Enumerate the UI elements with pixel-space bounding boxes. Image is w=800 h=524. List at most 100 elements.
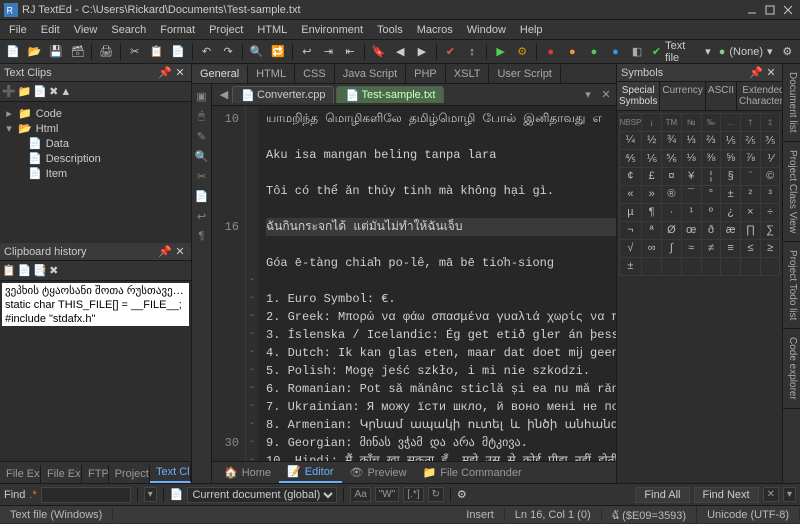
symbol-cell[interactable]: ≥ xyxy=(760,239,781,258)
left-tab-ftp[interactable]: FTP xyxy=(82,465,109,483)
fold-marker[interactable]: - xyxy=(246,272,258,290)
redo-icon[interactable]: ↷ xyxy=(218,42,238,62)
find-next-button[interactable]: Find Next xyxy=(694,487,759,503)
fold-marker[interactable] xyxy=(246,164,258,182)
side-whitespace-icon[interactable]: ¶ xyxy=(194,228,210,244)
symbol-cell[interactable]: º xyxy=(701,203,722,222)
vtab-codeexplorer[interactable]: Code explorer xyxy=(783,329,800,409)
code-line[interactable]: 3. Íslenska / Icelandic: Ég get etið gle… xyxy=(266,326,616,344)
fold-marker[interactable]: - xyxy=(246,434,258,452)
clip-item[interactable]: #include "stdafx.h" xyxy=(2,312,189,326)
fold-marker[interactable] xyxy=(246,182,258,200)
fold-marker[interactable] xyxy=(246,110,258,128)
save-icon[interactable]: 💾 xyxy=(46,42,66,62)
wrap-toggle[interactable]: ↻ xyxy=(428,487,444,502)
symbol-cell[interactable]: ⅓ xyxy=(681,131,702,150)
symbol-cell[interactable]: ⅞ xyxy=(740,149,761,168)
left-tab-project[interactable]: Project... xyxy=(109,465,150,483)
side-page-icon[interactable]: 📄 xyxy=(194,188,210,204)
add-clip-icon[interactable]: ➕ xyxy=(2,85,16,98)
symbol-cell[interactable]: ¥ xyxy=(681,167,702,186)
symbol-cell[interactable]: ± xyxy=(619,257,643,276)
tab-list-icon[interactable]: ▾ xyxy=(580,87,596,103)
find-scope-select[interactable]: Current document (global) xyxy=(187,487,337,503)
tree-item-html[interactable]: ▾📂Html xyxy=(4,121,187,136)
tree-item-description[interactable]: 📄Description xyxy=(4,151,187,166)
highlighter-dropdown[interactable]: ● (None) ▾ xyxy=(715,45,777,58)
wordwrap-icon[interactable]: ↩ xyxy=(297,42,317,62)
new-item-icon[interactable]: 📄 xyxy=(33,85,47,98)
tree-item-data[interactable]: 📄Data xyxy=(4,136,187,151)
tree-item-item[interactable]: 📄Item xyxy=(4,166,187,181)
pin-icon[interactable]: 📌 xyxy=(158,245,172,259)
symbol-cell[interactable]: ≡ xyxy=(720,239,741,258)
delete-clip-icon[interactable]: ✖ xyxy=(49,264,58,277)
pin-icon[interactable]: 📌 xyxy=(749,66,763,80)
symbol-cell[interactable]: ⅕ xyxy=(720,131,741,150)
symbol-cell[interactable]: » xyxy=(641,185,662,204)
fold-marker[interactable]: - xyxy=(246,290,258,308)
dtab-xslt[interactable]: XSLT xyxy=(446,65,490,83)
symbol-cell[interactable]: √ xyxy=(619,239,643,258)
symbol-cell[interactable]: ¤ xyxy=(661,167,682,186)
undo-icon[interactable]: ↶ xyxy=(197,42,217,62)
fold-marker[interactable]: - xyxy=(246,308,258,326)
color-orange-icon[interactable]: ● xyxy=(563,42,583,62)
symbol-cell[interactable]: Ø xyxy=(661,221,682,240)
symbol-cell[interactable]: £ xyxy=(641,167,662,186)
symbol-cell[interactable] xyxy=(740,257,761,276)
symbol-cell[interactable]: ³ xyxy=(760,185,781,204)
symbol-cell[interactable]: ≠ xyxy=(701,239,722,258)
symbol-cell[interactable]: µ xyxy=(619,203,643,222)
fold-strip[interactable]: -------------- xyxy=(246,106,258,461)
symbol-cell[interactable]: ² xyxy=(740,185,761,204)
symbol-cell[interactable] xyxy=(720,257,741,276)
code-line[interactable]: 6. Romanian: Pot să mănânc sticlă și ea … xyxy=(266,380,616,398)
symbol-cell[interactable]: ¶ xyxy=(641,203,662,222)
settings-icon[interactable]: ⚙ xyxy=(778,42,798,62)
symbol-cell[interactable]: ≈ xyxy=(681,239,702,258)
symbol-cell[interactable]: ª xyxy=(641,221,662,240)
sym-tab-currency[interactable]: Currency xyxy=(660,82,706,110)
code-line[interactable]: Aku isa mangan beling tanpa lara xyxy=(266,146,616,164)
find-input[interactable] xyxy=(41,487,131,503)
symbol-cell[interactable] xyxy=(760,257,781,276)
symbol-cell[interactable]: ¦ xyxy=(701,167,722,186)
fold-marker[interactable] xyxy=(246,254,258,272)
menu-view[interactable]: View xyxy=(67,22,105,38)
code-line[interactable]: 2. Greek: Μπορώ να φάω σπασμένα γυαλιά χ… xyxy=(266,308,616,326)
tab-back-icon[interactable]: ◀ xyxy=(216,87,232,103)
symbols-grid[interactable]: NBSP¡TM№‰…†‡¼½¾⅓⅔⅕⅖⅗⅘⅙⅚⅛⅜⅝⅞⅟¢£¤¥¦§¨©«»®¯… xyxy=(617,111,782,483)
copy-clip-icon[interactable]: 📄 xyxy=(18,264,32,277)
regex-icon[interactable]: .* xyxy=(29,489,36,501)
replace-icon[interactable]: 🔁 xyxy=(268,42,288,62)
new-folder-icon[interactable]: 📁 xyxy=(18,85,32,98)
cut-icon[interactable]: ✂ xyxy=(125,42,145,62)
fold-marker[interactable] xyxy=(246,218,258,236)
delete-icon[interactable]: ✖ xyxy=(49,85,58,98)
sym-tab-ascii[interactable]: ASCII xyxy=(706,82,737,110)
pin-icon[interactable]: 📌 xyxy=(158,66,172,80)
panel-close-icon[interactable]: ✕ xyxy=(173,245,187,259)
paste-clip-icon[interactable]: 📋 xyxy=(2,264,16,277)
side-wrap-icon[interactable]: ↩ xyxy=(194,208,210,224)
close-button[interactable] xyxy=(780,3,796,17)
dtab-js[interactable]: Java Script xyxy=(335,65,406,83)
code-line[interactable]: 9. Georgian: მინას ვჭამ და არა მტკივა. xyxy=(266,434,616,452)
symbol-cell[interactable]: · xyxy=(661,203,682,222)
symbol-cell[interactable]: ⅚ xyxy=(661,149,682,168)
minimize-button[interactable] xyxy=(744,3,760,17)
panel-close-icon[interactable]: ✕ xyxy=(173,66,187,80)
print-icon[interactable]: 🖨 xyxy=(96,42,116,62)
fold-marker[interactable]: - xyxy=(246,416,258,434)
symbol-cell[interactable]: ⅝ xyxy=(720,149,741,168)
code-line[interactable]: 4. Dutch: Ik kan glas eten, maar dat doe… xyxy=(266,344,616,362)
symbol-cell[interactable]: × xyxy=(740,203,761,222)
spellcheck-icon[interactable]: ✔ xyxy=(441,42,461,62)
symbol-cell[interactable]: ÷ xyxy=(760,203,781,222)
doc-tab-testsample[interactable]: 📄 Test-sample.txt xyxy=(336,86,444,103)
code-line[interactable]: யாமறிந்த மொழிகளிலே தமிழ்மொழி போல் இனிதாவ… xyxy=(266,110,616,128)
panel-close-icon[interactable]: ✕ xyxy=(764,66,778,80)
fold-marker[interactable]: - xyxy=(246,452,258,461)
dtab-php[interactable]: PHP xyxy=(406,65,446,83)
